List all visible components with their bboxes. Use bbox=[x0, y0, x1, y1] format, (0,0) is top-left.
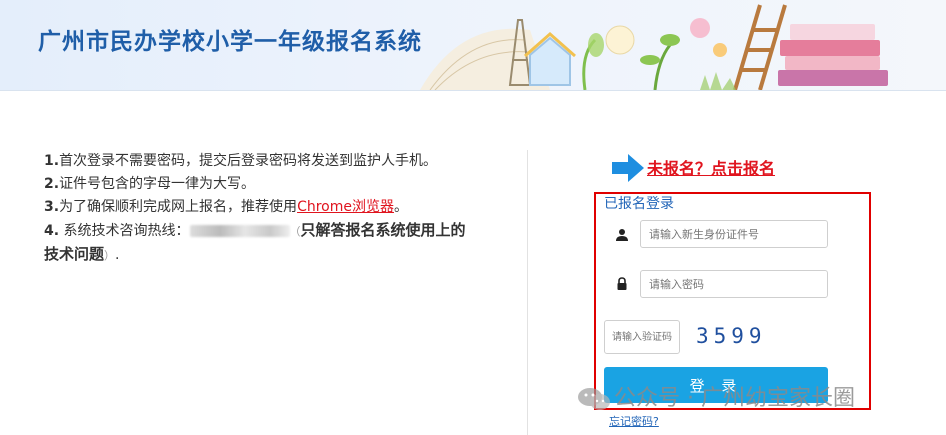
header-decoration-illustration bbox=[420, 4, 888, 90]
paren-open: （ bbox=[289, 225, 301, 238]
login-heading: 已报名登录 bbox=[604, 196, 674, 212]
redacted-hotline bbox=[189, 225, 290, 237]
instruction-item-1-number: 1. bbox=[44, 153, 60, 169]
instruction-item-3-text: 为了确保顺利完成网上报名，推荐使用 bbox=[59, 199, 298, 215]
captcha-input[interactable] bbox=[604, 320, 680, 354]
instruction-item-2: 2.证件号包含的字母一律为大写。 bbox=[44, 173, 474, 196]
site-title: 广州市民办学校小学一年级报名系统 bbox=[38, 29, 422, 55]
instruction-item-4-number: 4. bbox=[44, 223, 60, 239]
instruction-item-4-text: 系统技术咨询热线： bbox=[59, 223, 190, 239]
password-input[interactable] bbox=[640, 270, 828, 298]
arrow-right-icon bbox=[612, 154, 644, 182]
watermark-text: 公众号 · 广州幼宝家长圈 bbox=[614, 386, 855, 411]
forgot-password-link[interactable]: 忘记密码? bbox=[609, 413, 659, 429]
instruction-item-3: 3.为了确保顺利完成网上报名，推荐使用Chrome浏览器。 bbox=[44, 196, 474, 219]
instruction-item-3-number: 3. bbox=[44, 199, 60, 215]
wechat-icon bbox=[578, 388, 610, 410]
instruction-item-3-end: 。 bbox=[393, 199, 408, 215]
vertical-divider bbox=[527, 150, 528, 435]
paren-close: ） bbox=[104, 249, 116, 262]
id-number-input[interactable] bbox=[640, 220, 828, 248]
captcha-image[interactable]: 3599 bbox=[696, 324, 767, 348]
lock-icon bbox=[617, 277, 627, 290]
instructions: 1.首次登录不需要密码，提交后登录密码将发送到监护人手机。 2.证件号包含的字母… bbox=[44, 150, 474, 267]
watermark: 公众号 · 广州幼宝家长圈 bbox=[576, 380, 855, 412]
register-link[interactable]: 未报名？点击报名 bbox=[647, 155, 775, 179]
instruction-item-4-end: . bbox=[115, 247, 120, 263]
chrome-browser-link[interactable]: Chrome浏览器 bbox=[297, 199, 394, 215]
instruction-item-4: 4. 系统技术咨询热线： （只解答报名系统使用上的技术问题）. bbox=[44, 219, 474, 267]
instruction-item-1-text: 首次登录不需要密码，提交后登录密码将发送到监护人手机。 bbox=[59, 153, 438, 169]
user-icon bbox=[616, 229, 628, 241]
instruction-item-2-number: 2. bbox=[44, 176, 60, 192]
instruction-item-1: 1.首次登录不需要密码，提交后登录密码将发送到监护人手机。 bbox=[44, 150, 474, 173]
instruction-item-2-text: 证件号包含的字母一律为大写。 bbox=[59, 176, 256, 192]
page-header: 广州市民办学校小学一年级报名系统 bbox=[0, 0, 946, 91]
